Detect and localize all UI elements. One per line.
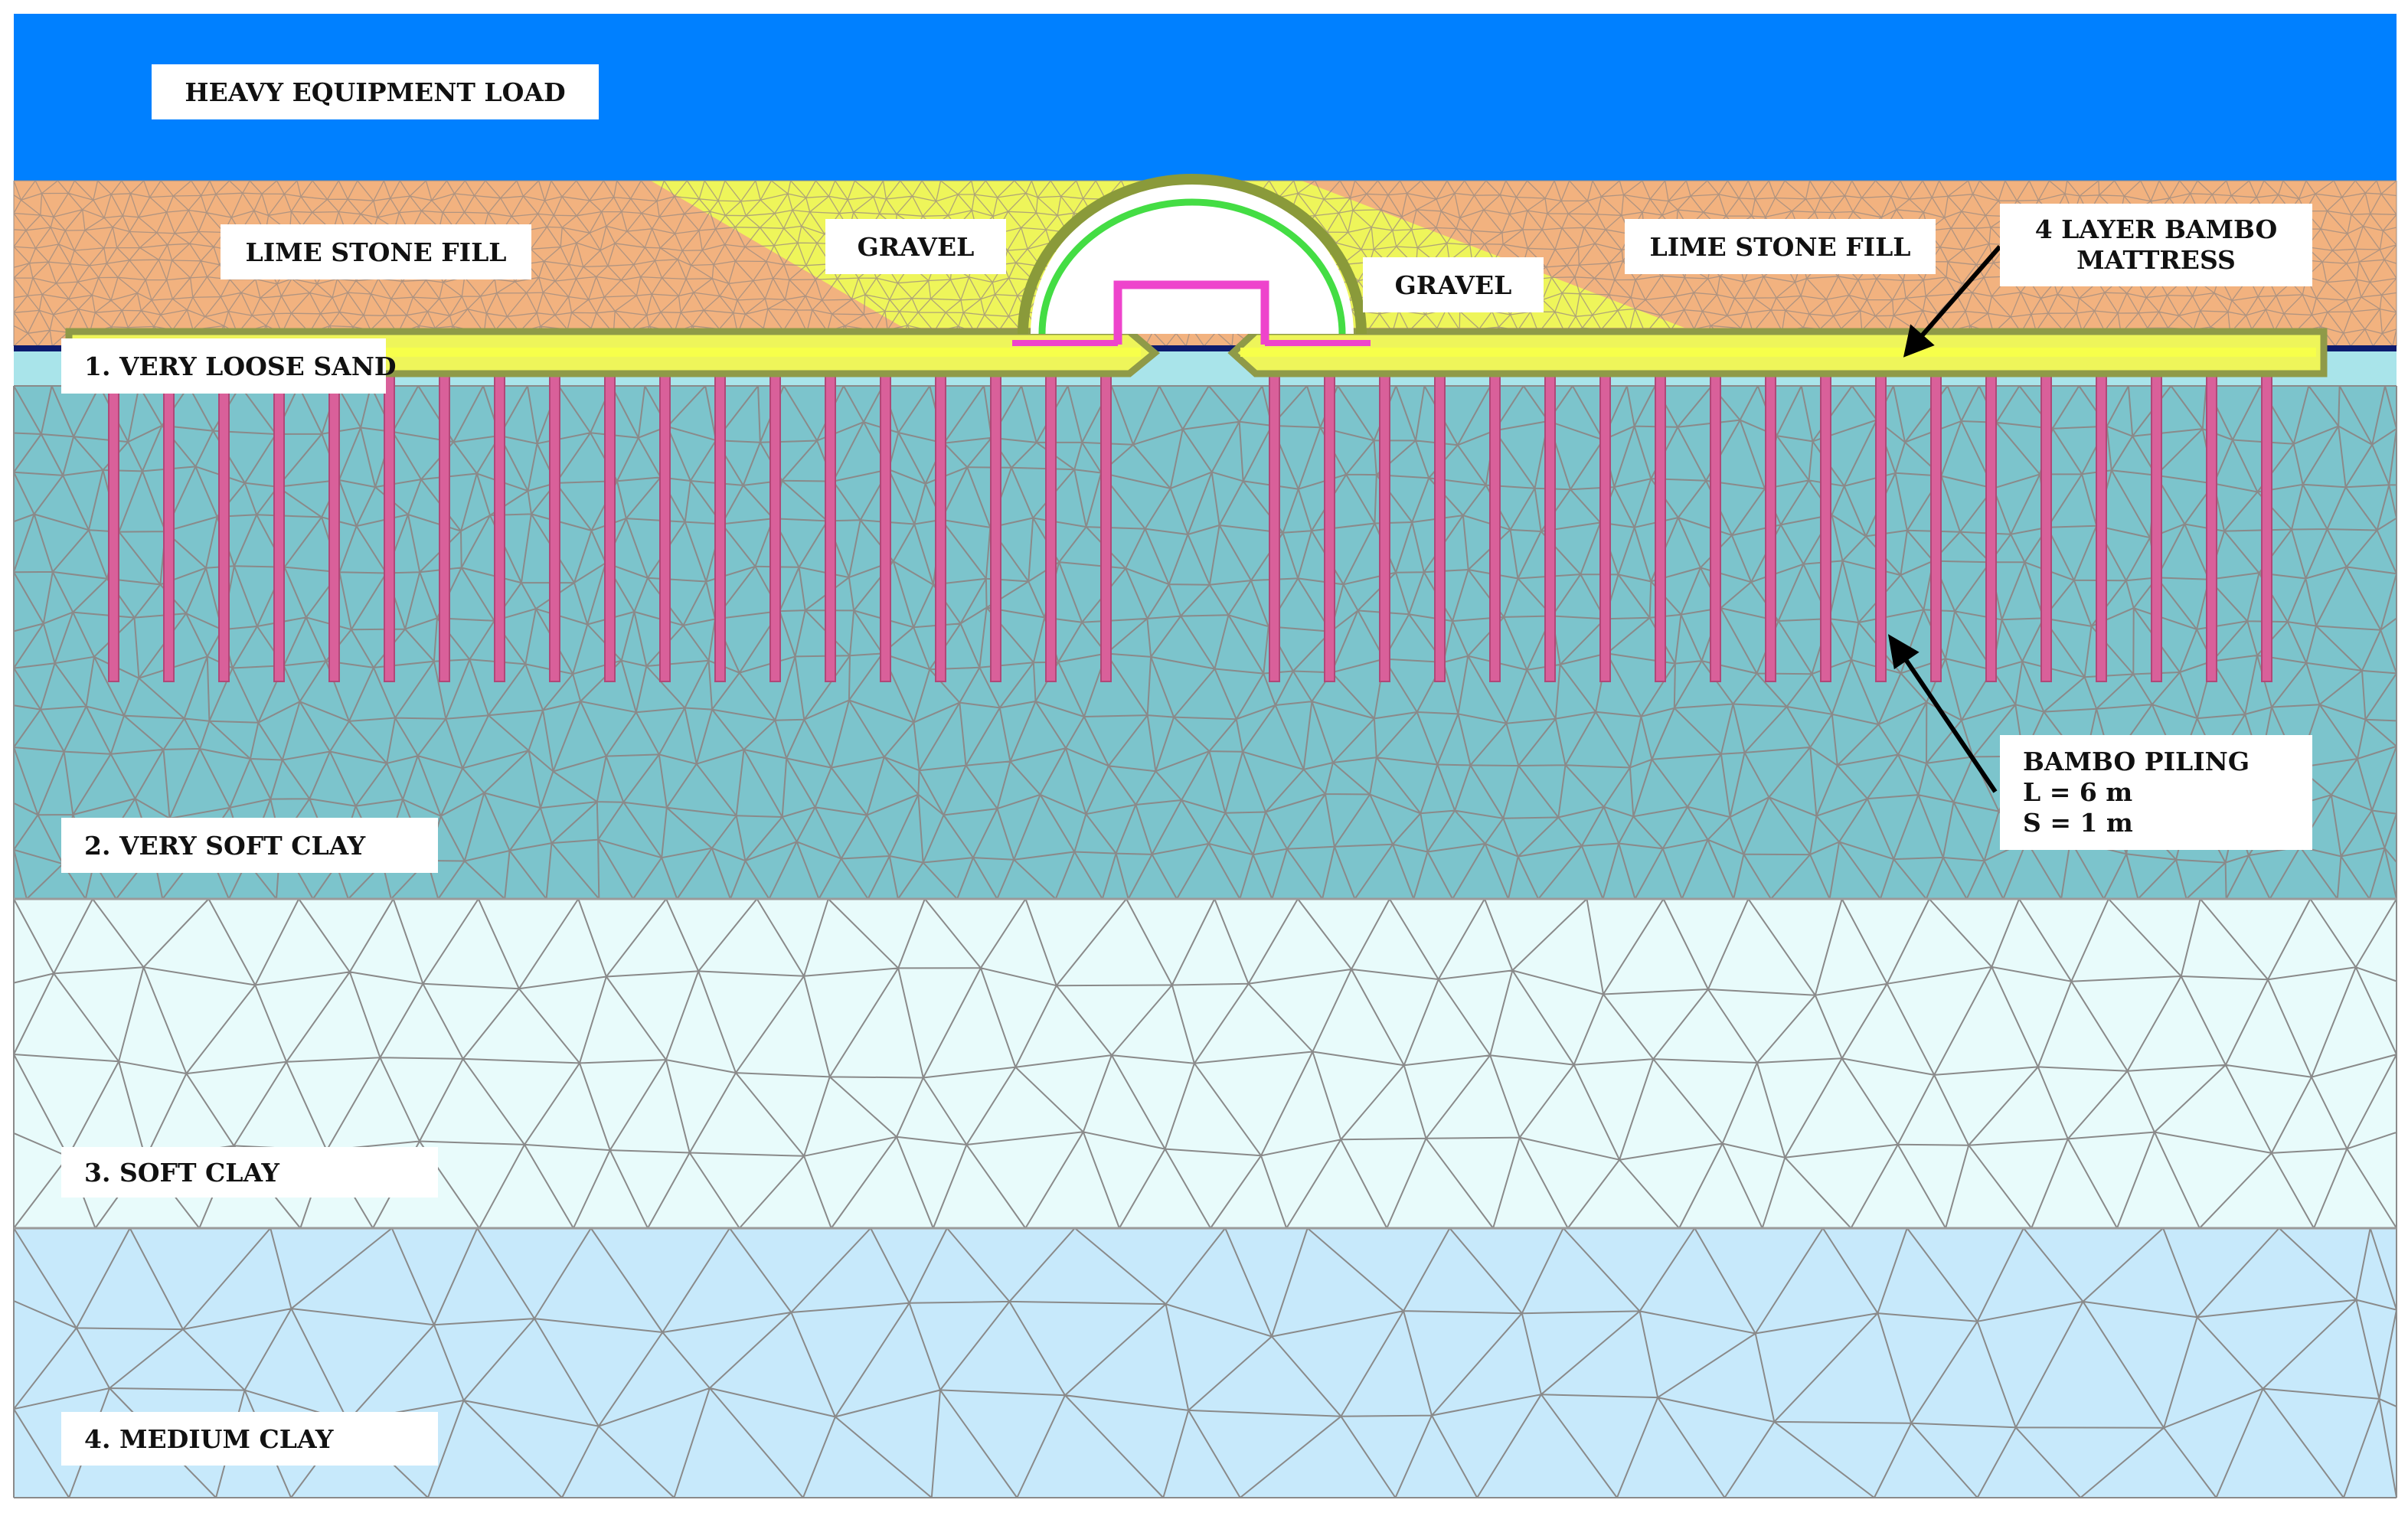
bamboo-pile	[2261, 353, 2272, 682]
bamboo-pile	[1930, 353, 1942, 682]
piling-label-line1: BAMBO PILING	[2023, 747, 2250, 776]
layer4-label: 4. MEDIUM CLAY	[61, 1412, 438, 1466]
limestone-fill-left-label: LIME STONE FILL	[221, 224, 531, 279]
piling-label-line2: L = 6 m	[2023, 777, 2133, 807]
bamboo-pile	[1100, 353, 1112, 682]
bamboo-pile	[1379, 353, 1390, 682]
bamboo-pile	[935, 353, 946, 682]
bamboo-pile	[384, 353, 395, 682]
layer2-label: 2. VERY SOFT CLAY	[61, 818, 438, 873]
bamboo-pile	[1434, 353, 1446, 682]
bamboo-pile	[604, 353, 616, 682]
layer1-label: 1. VERY LOOSE SAND	[61, 338, 397, 394]
layer3-label: 3. SOFT CLAY	[61, 1147, 438, 1198]
mattress-label-line1: 4 LAYER BAMBO	[2034, 214, 2278, 244]
bamboo-pile	[2206, 353, 2217, 682]
mattress-label-line2: MATTRESS	[2076, 245, 2236, 275]
bamboo-pile	[2040, 353, 2052, 682]
bamboo-pile	[1324, 353, 1335, 682]
bamboo-pile	[659, 353, 671, 682]
bamboo-pile	[163, 353, 175, 682]
bamboo-pile	[769, 353, 781, 682]
bamboo-pile	[990, 353, 1001, 682]
bamboo-pile	[328, 353, 340, 682]
heavy-load-label: HEAVY EQUIPMENT LOAD	[152, 64, 599, 119]
piling-label: BAMBO PILING L = 6 m S = 1 m	[2000, 735, 2312, 850]
bamboo-pile	[1599, 353, 1611, 682]
mattress-label: 4 LAYER BAMBO MATTRESS	[2000, 204, 2312, 286]
bamboo-pile	[825, 353, 836, 682]
bamboo-pile	[494, 353, 505, 682]
limestone-fill-right-label: LIME STONE FILL	[1625, 219, 1936, 274]
bamboo-pile	[108, 353, 119, 682]
bamboo-pile	[1045, 353, 1057, 682]
bamboo-pile	[1985, 353, 1997, 682]
bamboo-pile	[1875, 353, 1887, 682]
bamboo-pile	[1489, 353, 1501, 682]
bamboo-pile	[1765, 353, 1776, 682]
piling-label-line3: S = 1 m	[2023, 808, 2133, 838]
bamboo-pile	[218, 353, 230, 682]
bamboo-pile	[880, 353, 891, 682]
bamboo-pile	[2096, 353, 2107, 682]
bamboo-pile	[439, 353, 450, 682]
bamboo-pile	[1269, 353, 1280, 682]
gravel-left-label: GRAVEL	[825, 219, 1006, 274]
bamboo-pile	[2151, 353, 2162, 682]
bamboo-pile	[1655, 353, 1666, 682]
bamboo-pile	[1820, 353, 1831, 682]
bamboo-pile	[1544, 353, 1556, 682]
bamboo-pile	[549, 353, 560, 682]
bamboo-pile	[273, 353, 285, 682]
bamboo-pile	[1710, 353, 1721, 682]
gravel-right-label: GRAVEL	[1363, 257, 1544, 312]
bamboo-pile	[714, 353, 726, 682]
